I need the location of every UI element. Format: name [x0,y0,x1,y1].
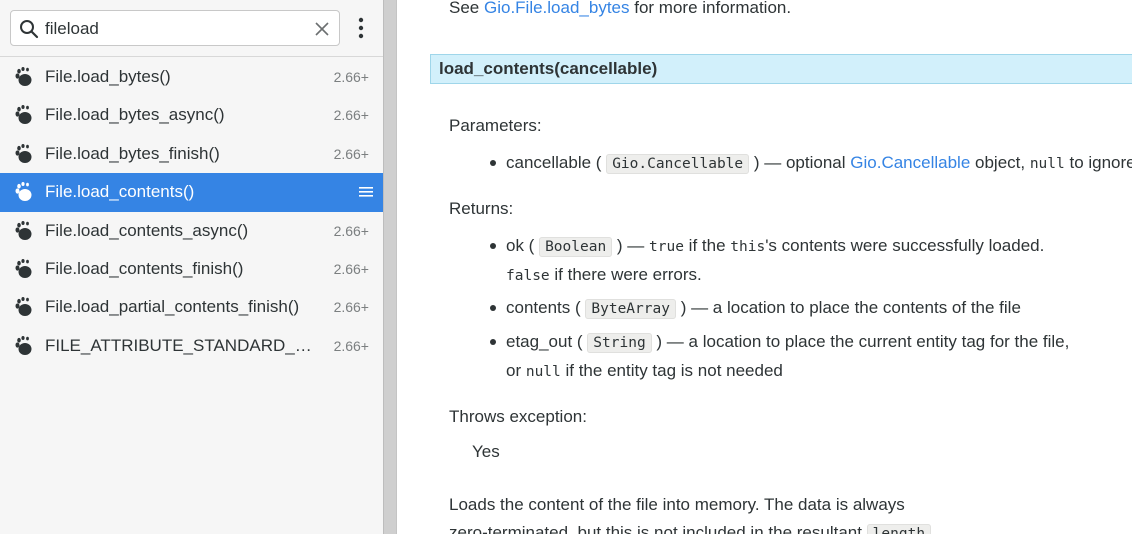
gnome-foot-icon [15,258,32,278]
result-label: FILE_ATTRIBUTE_STANDARD_ALLOCATED_SIZE [45,335,323,355]
search-input[interactable] [45,17,305,41]
signature-box: load_contents(cancellable) [430,54,1132,84]
param-type-link[interactable]: Gio.Cancellable [850,153,970,172]
documentation-pane: See Gio.File.load_bytes for more informa… [397,0,1132,534]
search-icon [20,20,39,39]
version-badge: 2.66+ [333,145,369,162]
result-label: File.load_contents() [45,182,195,202]
param-text: to ignore [1064,153,1132,172]
version-badge: 2.66+ [333,69,369,85]
result-label: File.load_bytes_async() [45,105,225,125]
bullet [490,339,496,345]
return-etag: etag_out ( String ) — a location to plac… [506,332,1070,353]
gnome-foot-icon [15,67,32,86]
parameters-heading: Parameters: [449,116,542,135]
return-name: contents ( [506,298,581,317]
version-badge: 2.66+ [333,299,369,316]
gnome-foot-icon [15,143,32,163]
clear-icon[interactable] [313,20,331,38]
param-cancellable: cancellable ( Gio.Cancellable ) — option… [506,153,1132,174]
return-text: ) — a location to place the contents of … [680,298,1021,317]
return-type-code: String [587,333,652,353]
description-line: zero-terminated, but this is not include… [449,523,932,534]
returns-heading: Returns: [449,199,514,218]
result-label: File.load_partial_contents_finish() [45,297,300,317]
throws-value: Yes [472,442,500,461]
description-line: Loads the content of the file into memor… [449,495,905,514]
return-text: ) — a location to place the current enti… [656,332,1070,351]
param-text: object, [970,153,1030,172]
return-text: ) — [616,236,650,255]
param-text: ) — optional [753,153,851,172]
result-row[interactable]: File.load_contents_async() 2.66+ [0,212,383,250]
result-row[interactable]: File.load_bytes() 2.66+ [0,58,383,96]
see-prefix: See [449,0,484,17]
version-badge: 2.66+ [333,260,369,277]
version-badge: 2.66+ [333,222,369,239]
true-code: true [649,239,684,255]
return-type-code: ByteArray [585,299,676,319]
gnome-foot-icon [15,335,32,355]
return-ok: ok ( Boolean ) — true if the this's cont… [506,236,1045,257]
result-label: File.load_contents_finish() [45,258,244,278]
gnome-foot-icon [15,182,32,202]
return-type-code: Boolean [539,237,613,257]
return-text: 's contents were successfully loaded. [765,236,1045,255]
return-ok-line2: false if there were errors. [506,265,702,285]
results-list: File.load_bytes() 2.66+ File.load_bytes_as… [0,58,383,365]
version-badge: 2.66+ [333,107,369,124]
see-also-line: See Gio.File.load_bytes for more informa… [449,0,791,18]
result-label: File.load_bytes() [45,67,171,86]
gnome-foot-icon [15,297,32,317]
search-box[interactable] [10,10,340,46]
return-contents: contents ( ByteArray ) — a location to p… [506,298,1021,319]
sidebar: File.load_bytes()2.66+File.load_bytes_as… [0,0,383,534]
search-bar [0,0,383,57]
version-badge: 2.66+ [333,337,369,354]
gnome-foot-icon [15,220,32,240]
return-text: if the entity tag is not needed [560,361,783,380]
description-text: zero-terminated, but this is not include… [449,523,867,534]
result-label: File.load_contents_async() [45,220,249,240]
bullet [490,243,496,249]
hamburger-icon[interactable] [359,187,373,197]
result-row[interactable]: File.load_partial_contents_finish() 2.66+ [0,288,383,326]
length-code: length [866,524,932,534]
result-row[interactable]: File.load_contents() [0,173,383,212]
return-name: etag_out ( [506,332,583,351]
false-code: false [506,268,550,284]
vertical-dots-menu-icon[interactable] [351,16,371,40]
bullet [490,160,496,166]
result-label: File.load_bytes_finish() [45,143,220,163]
see-link[interactable]: Gio.File.load_bytes [484,0,630,17]
return-etag-line2: or null if the entity tag is not needed [506,361,783,381]
result-row[interactable]: File.load_bytes_async() 2.66+ [0,96,383,134]
return-text: if there were errors. [549,265,702,284]
throws-heading: Throws exception: [449,407,587,426]
see-suffix: for more information. [629,0,792,17]
return-text: if the [683,236,731,255]
result-row[interactable]: File.load_bytes_finish() 2.66+ [0,135,383,173]
result-row[interactable]: FILE_ATTRIBUTE_STANDARD_ALLOCATED_SIZE 2.… [0,327,383,365]
this-code: this [730,239,766,255]
param-type-code: Gio.Cancellable [606,154,750,174]
result-row[interactable]: File.load_contents_finish() 2.66+ [0,250,383,288]
pane-splitter[interactable] [383,0,397,534]
return-text: or [506,361,526,380]
null-code: null [525,364,561,380]
null-code: null [1029,156,1065,172]
param-name: cancellable ( [506,153,602,172]
gnome-foot-icon [15,105,32,125]
bullet [490,305,496,311]
method-signature: load_contents(cancellable) [439,59,658,78]
return-name: ok ( [506,236,535,255]
